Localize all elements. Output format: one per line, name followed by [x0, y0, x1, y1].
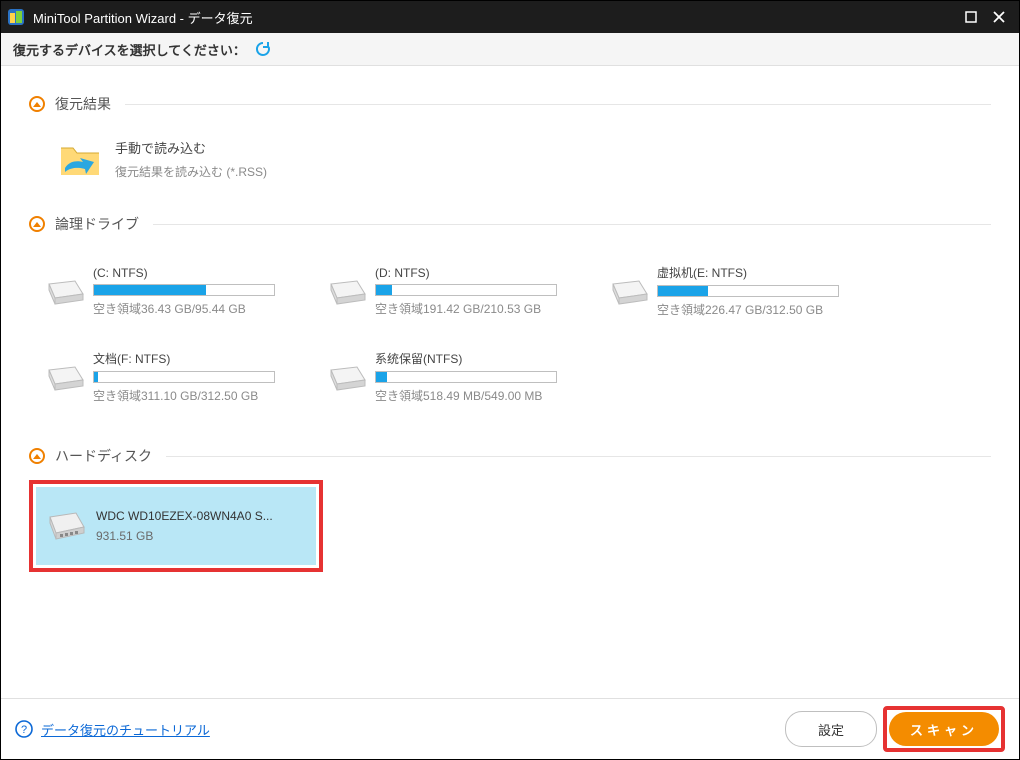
drive-name: (C: NTFS) [93, 266, 315, 280]
section-recovery-title: 復元結果 [55, 94, 111, 114]
harddisk-name: WDC WD10EZEX-08WN4A0 S... [96, 509, 276, 523]
harddisk-highlight: WDC WD10EZEX-08WN4A0 S... 931.51 GB [29, 480, 323, 572]
content-area: 復元結果 手動で読み込む 復元結果を読み込む (*.RSS) 論理ドライブ (C… [1, 66, 1019, 698]
harddisk-card[interactable]: WDC WD10EZEX-08WN4A0 S... 931.51 GB [36, 487, 316, 565]
logical-drives-grid: (C: NTFS) 空き領域36.43 GB/95.44 GB (D: NTFS) 空… [39, 248, 991, 420]
drive-free-text: 空き領域226.47 GB/312.50 GB [657, 301, 879, 318]
drive-free-text: 空き領域311.10 GB/312.50 GB [93, 387, 315, 404]
harddisk-size: 931.51 GB [96, 529, 276, 543]
section-harddisk-header[interactable]: ハードディスク [29, 446, 991, 466]
scan-button[interactable]: スキャン [889, 712, 999, 746]
divider [153, 224, 991, 225]
hard-disk-icon [46, 511, 86, 541]
drive-info: 系统保留(NTFS) 空き領域518.49 MB/549.00 MB [375, 350, 597, 404]
drive-free-text: 空き領域518.49 MB/549.00 MB [375, 387, 597, 404]
harddisk-row: WDC WD10EZEX-08WN4A0 S... 931.51 GB [29, 480, 991, 582]
drive-info: 虚拟机(E: NTFS) 空き領域226.47 GB/312.50 GB [657, 264, 879, 318]
tutorial-link[interactable]: データ復元のチュートリアル [41, 720, 210, 739]
drive-name: 文档(F: NTFS) [93, 350, 315, 367]
drive-usage-bar [93, 284, 275, 296]
drive-icon [327, 366, 367, 394]
drive-info: (D: NTFS) 空き領域191.42 GB/210.53 GB [375, 266, 597, 317]
logical-drive-card[interactable]: (C: NTFS) 空き領域36.43 GB/95.44 GB [45, 264, 315, 318]
scan-button-label: スキャン [910, 720, 978, 739]
drive-usage-bar [93, 371, 275, 383]
load-recovery-title: 手動で読み込む [115, 138, 267, 157]
logical-drive-card[interactable]: 文档(F: NTFS) 空き領域311.10 GB/312.50 GB [45, 350, 315, 404]
load-recovery-texts: 手動で読み込む 復元結果を読み込む (*.RSS) [115, 138, 267, 180]
section-harddisk-title: ハードディスク [55, 446, 152, 466]
drive-name: (D: NTFS) [375, 266, 597, 280]
drive-usage-bar [375, 371, 557, 383]
app-window: MiniTool Partition Wizard - データ復元 復元するデバ… [0, 0, 1020, 760]
drive-icon [609, 280, 649, 308]
logical-drive-card[interactable]: 系统保留(NTFS) 空き領域518.49 MB/549.00 MB [327, 350, 597, 404]
logical-drive-card[interactable]: 虚拟机(E: NTFS) 空き領域226.47 GB/312.50 GB [609, 264, 879, 318]
section-logical-header[interactable]: 論理ドライブ [29, 214, 991, 234]
maximize-icon[interactable] [957, 3, 985, 31]
window-title: MiniTool Partition Wizard - データ復元 [33, 8, 957, 27]
settings-button[interactable]: 設定 [785, 711, 877, 747]
drive-usage-bar [657, 285, 839, 297]
chevron-up-icon [29, 448, 45, 464]
chevron-up-icon [29, 96, 45, 112]
help-icon[interactable]: ? [15, 720, 33, 738]
divider [125, 104, 991, 105]
drive-icon [327, 280, 367, 308]
section-recovery-header[interactable]: 復元結果 [29, 94, 991, 114]
instruction-bar: 復元するデバイスを選択してください： [1, 33, 1019, 66]
drive-info: (C: NTFS) 空き領域36.43 GB/95.44 GB [93, 266, 315, 317]
drive-info: 文档(F: NTFS) 空き領域311.10 GB/312.50 GB [93, 350, 315, 404]
drive-name: 虚拟机(E: NTFS) [657, 264, 879, 281]
divider [166, 456, 991, 457]
section-logical-title: 論理ドライブ [55, 214, 139, 234]
close-icon[interactable] [985, 3, 1013, 31]
drive-name: 系统保留(NTFS) [375, 350, 597, 367]
instruction-text: 復元するデバイスを選択してください： [13, 40, 246, 59]
scan-button-highlight: スキャン [883, 706, 1005, 752]
titlebar: MiniTool Partition Wizard - データ復元 [1, 1, 1019, 33]
drive-free-text: 空き領域36.43 GB/95.44 GB [93, 300, 315, 317]
drive-usage-bar [375, 284, 557, 296]
chevron-up-icon [29, 216, 45, 232]
load-recovery-result[interactable]: 手動で読み込む 復元結果を読み込む (*.RSS) [59, 138, 991, 180]
refresh-icon[interactable] [254, 40, 272, 58]
svg-text:?: ? [21, 724, 27, 736]
folder-import-icon [59, 138, 101, 178]
harddisk-info: WDC WD10EZEX-08WN4A0 S... 931.51 GB [96, 509, 276, 543]
drive-icon [45, 366, 85, 394]
drive-icon [45, 280, 85, 308]
settings-button-label: 設定 [818, 720, 844, 739]
app-icon [7, 8, 25, 26]
drive-free-text: 空き領域191.42 GB/210.53 GB [375, 300, 597, 317]
footer: ? データ復元のチュートリアル 設定 スキャン [1, 698, 1019, 759]
logical-drive-card[interactable]: (D: NTFS) 空き領域191.42 GB/210.53 GB [327, 264, 597, 318]
load-recovery-subtitle: 復元結果を読み込む (*.RSS) [115, 163, 267, 180]
